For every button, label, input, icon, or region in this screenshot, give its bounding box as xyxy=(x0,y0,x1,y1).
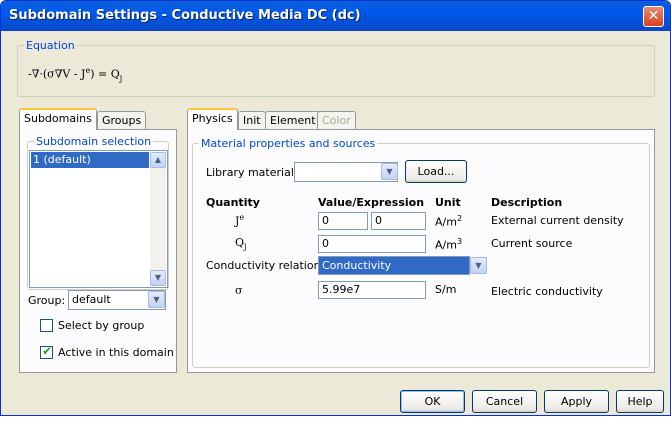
value-header: Value/Expression xyxy=(318,196,425,209)
left-tab-panel: Subdomain selection 1 (default) ▲ ▼ Grou… xyxy=(19,129,177,373)
sigma-unit: S/m xyxy=(435,283,457,296)
sigma-symbol: σ xyxy=(235,284,243,297)
unit-header: Unit xyxy=(435,196,461,209)
sigma-input[interactable]: 5.99e7 xyxy=(318,281,426,299)
listbox-scrollbar[interactable]: ▲ ▼ xyxy=(150,152,166,286)
window-title: Subdomain Settings - Conductive Media DC… xyxy=(9,8,361,23)
active-in-domain-label: Active in this domain xyxy=(58,346,174,359)
qj-input[interactable]: 0 xyxy=(318,235,426,253)
conductivity-relation-label: Conductivity relation: xyxy=(206,259,325,272)
close-icon[interactable]: ✕ xyxy=(643,6,664,27)
equation-group: Equation -∇·(σ∇V - Je) = Qj xyxy=(17,39,655,97)
dialog-window: Subdomain Settings - Conductive Media DC… xyxy=(0,0,671,416)
conductivity-relation-dropdown-icon[interactable]: ▼ xyxy=(470,257,487,274)
qj-symbol: Qj xyxy=(235,236,247,252)
tab-physics[interactable]: Physics xyxy=(187,108,238,130)
equation-legend: Equation xyxy=(24,39,77,52)
quantity-header: Quantity xyxy=(206,196,260,209)
select-by-group-checkbox[interactable] xyxy=(40,319,53,332)
active-in-domain-checkbox[interactable]: ✔ xyxy=(40,344,53,359)
subdomain-listbox[interactable]: 1 (default) ▲ ▼ xyxy=(29,150,168,288)
tab-groups[interactable]: Groups xyxy=(97,111,147,130)
library-material-dropdown-icon[interactable]: ▼ xyxy=(381,163,398,180)
material-properties-group: Material properties and sources Library … xyxy=(192,137,650,368)
je-description: External current density xyxy=(491,214,624,227)
list-item[interactable]: 1 (default) xyxy=(31,152,149,168)
apply-button[interactable]: Apply xyxy=(544,390,609,413)
je-symbol: Je xyxy=(235,213,245,228)
je-unit: A/m2 xyxy=(435,214,463,229)
checkmark-icon: ✔ xyxy=(42,344,53,358)
subdomain-selection-group: Subdomain selection 1 (default) ▲ ▼ xyxy=(27,135,169,290)
select-by-group-label: Select by group xyxy=(58,319,145,332)
tab-subdomains[interactable]: Subdomains xyxy=(19,108,97,130)
material-properties-legend: Material properties and sources xyxy=(199,137,378,150)
library-material-label: Library material: xyxy=(206,166,298,179)
conductivity-relation-select[interactable]: Conductivity xyxy=(318,256,470,275)
group-dropdown-icon[interactable]: ▼ xyxy=(148,291,165,308)
je-y-input[interactable]: 0 xyxy=(371,212,426,230)
ok-button[interactable]: OK xyxy=(400,390,465,413)
tab-element[interactable]: Element xyxy=(265,111,321,130)
equation-text: -∇·(σ∇V - Je) = Qj xyxy=(28,66,123,83)
cancel-button[interactable]: Cancel xyxy=(472,390,537,413)
description-header: Description xyxy=(491,196,563,209)
je-x-input[interactable]: 0 xyxy=(318,212,368,230)
tab-init[interactable]: Init xyxy=(238,111,266,130)
physics-tab-panel: Material properties and sources Library … xyxy=(187,129,655,373)
load-button[interactable]: Load... xyxy=(405,160,467,183)
subdomain-selection-legend: Subdomain selection xyxy=(34,135,154,148)
scroll-down-icon[interactable]: ▼ xyxy=(150,270,166,286)
group-label: Group: xyxy=(28,294,66,307)
help-button[interactable]: Help xyxy=(616,390,664,413)
title-bar[interactable]: Subdomain Settings - Conductive Media DC… xyxy=(1,1,670,31)
scroll-up-icon[interactable]: ▲ xyxy=(150,152,166,168)
sigma-description: Electric conductivity xyxy=(491,285,603,298)
tab-color: Color xyxy=(317,111,356,130)
qj-description: Current source xyxy=(491,237,573,250)
qj-unit: A/m3 xyxy=(435,237,463,252)
